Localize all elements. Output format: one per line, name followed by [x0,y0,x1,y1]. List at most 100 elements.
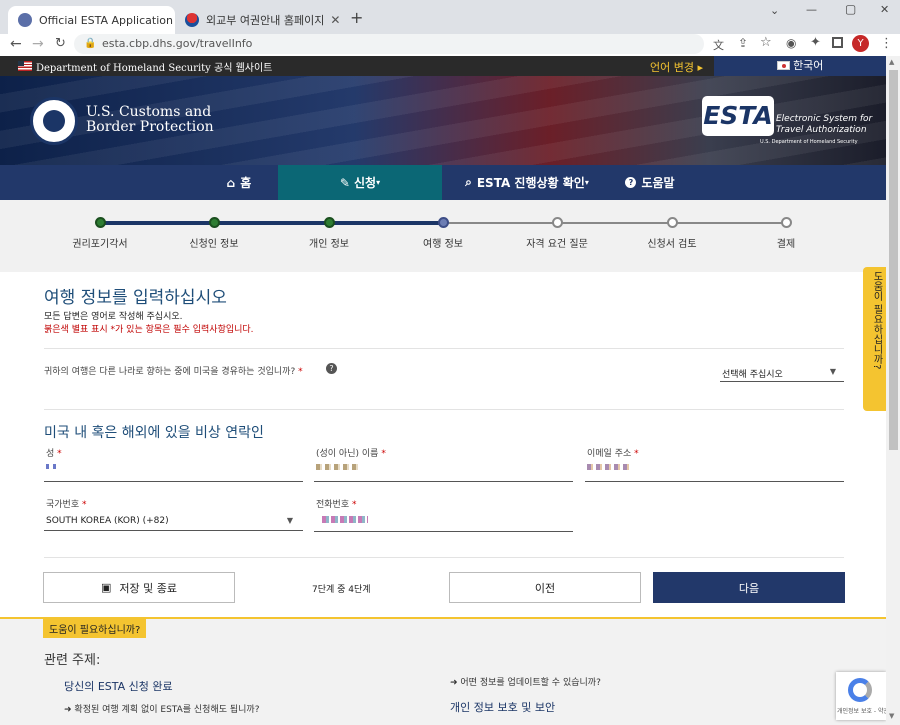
step-label: 신청인 정보 [189,239,239,250]
nav-help-label: 도움말 [641,176,675,190]
esta-line1: Electronic System for [776,114,873,124]
next-button[interactable]: 다음 [653,572,845,603]
step-label: 자격 요건 질문 [526,239,588,250]
related-link-label: 어떤 정보를 업데이트할 수 있습니까? [460,678,601,688]
last-name-label: 성 * [46,449,62,459]
share-icon[interactable]: ⇪ [738,36,748,50]
previous-button[interactable]: 이전 [449,572,641,603]
first-name-label: (성이 아닌) 이름 * [316,449,386,459]
english-note: 모든 답변은 영어로 작성해 주십시오. [44,312,183,322]
caret-down-icon: ▼ [829,367,836,376]
menu-icon[interactable]: ⋮ [880,36,893,51]
search-icon: ⌕ [465,175,472,189]
step-counter: 7단계 중 4단계 [312,585,371,595]
related-link[interactable]: ➜ 확정된 여행 계획 없이 ESTA를 신청해도 됩니까? [64,702,259,715]
profile-avatar[interactable]: Y [852,35,869,52]
scroll-down-icon[interactable]: ▼ [889,712,894,720]
step-label: 여행 정보 [423,239,463,250]
divider [44,348,844,349]
divider [44,409,844,410]
related-link[interactable]: ➜ 어떤 정보를 업데이트할 수 있습니까? [450,675,601,688]
nav-apply-label: 신청 [353,176,377,190]
address-bar: ← → ↻ 🔒 esta.cbp.dhs.gov/travelInfo 文 ⇪ … [0,34,900,56]
cbp-logo-text[interactable]: U.S. Customs and Border Protection [86,105,214,135]
help-question-icon[interactable]: ? [326,363,337,374]
nav-status-label: ESTA 진행상황 확인 [476,176,585,190]
minimize-icon[interactable]: — [806,3,817,16]
step-dot [438,217,449,228]
progress-remaining [443,222,786,224]
related-link-label: 확정된 여행 계획 없이 ESTA를 신청해도 됩니까? [74,705,260,715]
scroll-thumb[interactable] [889,70,898,450]
close-icon[interactable]: ✕ [324,13,340,27]
gov-strip: Department of Homeland Security 공식 웹사이트 … [0,56,886,76]
travel-form: 여행 정보를 입력하십시오 모든 답변은 영어로 작성해 주십시오. 붉은색 별… [0,272,886,617]
esta-logo[interactable]: ESTA [702,96,774,136]
recaptcha-icon [848,678,872,702]
cbp-line1: U.S. Customs and [86,104,212,120]
pencil-icon: ✎ [339,175,350,190]
step-dot [324,217,335,228]
page-scrollbar[interactable]: ▲ ▼ [886,56,900,725]
last-name-input[interactable] [44,481,303,482]
nav-help[interactable]: ? 도움말 [612,165,688,200]
korea-flag-icon [776,61,790,70]
email-input[interactable] [585,481,844,482]
required-asterisk: * [298,367,303,377]
translate-icon[interactable]: 文 [713,37,724,53]
related-link[interactable]: 당신의 ESTA 신청 완료 [64,678,173,694]
scroll-up-icon[interactable]: ▲ [889,58,894,66]
new-tab-button[interactable]: + [350,8,363,27]
side-help-tab[interactable]: 도움이 필요하십니까? [863,267,886,411]
related-link[interactable]: 개인 정보 보호 및 보안 [450,699,555,715]
phone-input[interactable] [314,531,573,532]
related-topics: 도움이 필요하십니까? 관련 주제: 당신의 ESTA 신청 완료 ➜ 확정된 … [0,617,890,725]
url-input[interactable]: 🔒 esta.cbp.dhs.gov/travelInfo [74,34,704,54]
language-button[interactable]: 한국어 [714,56,886,76]
bookmark-star-icon[interactable]: ☆ [760,35,772,50]
lock-icon: 🔒 [84,38,97,49]
recaptcha-badge[interactable]: 개인정보 보호 - 약관 [836,672,890,720]
progress-steps: 권리포기각서 신청인 정보 개인 정보 여행 정보 자격 요건 질문 신청서 검… [0,200,886,272]
tab-title: Official ESTA Application Websi [39,13,175,27]
step-label: 개인 정보 [309,239,349,250]
window-close-icon[interactable]: ✕ [880,3,889,16]
caret-down-icon: ▾ [584,178,589,187]
transit-select[interactable]: 선택해 주십시오 ▼ [720,364,844,382]
sidepanel-icon[interactable] [832,37,843,48]
extensions-icon[interactable]: ✦ [810,35,821,50]
forward-icon[interactable]: → [32,36,44,52]
esta-line2: Travel Authorization [776,125,867,135]
maximize-icon[interactable]: ▢ [845,2,856,16]
arrow-right-icon: ➜ [64,705,72,715]
save-exit-button[interactable]: ▣ 저장 및 종료 [43,572,235,603]
caret-down-icon: ▾ [376,178,381,187]
nav-apply[interactable]: ✎ 신청 ▾ [278,165,442,200]
related-title: 관련 주제: [44,653,101,668]
redacted-value [322,516,368,523]
tab-mofa[interactable]: 외교부 여권안내 홈페이지 ✕ [175,6,342,34]
nav-status[interactable]: ⌕ ESTA 진행상황 확인 ▾ [442,165,612,200]
url-text: esta.cbp.dhs.gov/travelInfo [102,37,253,50]
tab-bar: Official ESTA Application Websi ✕ 외교부 여권… [0,0,900,34]
camera-icon[interactable]: ◉ [786,36,796,50]
reload-icon[interactable]: ↻ [55,36,66,51]
last-name-label-text: 성 [46,449,55,459]
step-label: 권리포기각서 [72,239,128,250]
caret-right-icon: ▸ [697,61,704,74]
step-dot [209,217,220,228]
first-name-input[interactable] [314,481,573,482]
nav-home[interactable]: ⌂ 홈 [200,165,278,200]
divider [44,557,844,558]
help-badge: 도움이 필요하십니까? [43,619,147,638]
back-icon[interactable]: ← [10,36,22,52]
dhs-seal-icon [30,97,78,145]
required-note: 붉은색 별표 표시 *가 있는 항목은 필수 입력사항입니다. [44,325,254,335]
change-language-link[interactable]: 언어 변경 ▸ [650,59,703,75]
country-code-select[interactable]: SOUTH KOREA (KOR) (+82) ▼ [44,513,303,531]
tab-esta[interactable]: Official ESTA Application Websi ✕ [8,6,175,34]
esta-line3: U.S. Department of Homeland Security [760,139,858,145]
recaptcha-text: 개인정보 보호 - 약관 [837,708,890,715]
tab-search-icon[interactable]: ⌄ [770,4,779,17]
phone-label: 전화번호 * [316,500,357,510]
